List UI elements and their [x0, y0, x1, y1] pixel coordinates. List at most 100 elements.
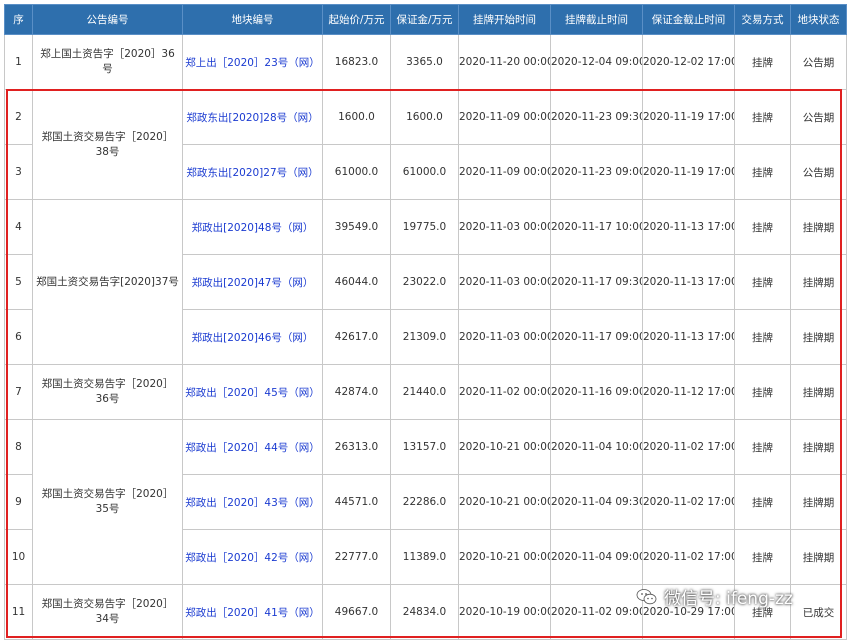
cell-parcel-link[interactable]: 郑政出［2020］44号（网）	[182, 419, 323, 475]
cell-list-end: 2020-11-17 10:00	[550, 199, 643, 255]
cell-parcel-link[interactable]: 郑政出［2020］43号（网）	[182, 474, 323, 530]
cell-deposit-end: 2020-12-02 17:00	[642, 34, 735, 90]
cell-seq: 6	[4, 309, 33, 365]
header-list-start: 挂牌开始时间	[458, 4, 551, 35]
header-deposit: 保证金/万元	[390, 4, 459, 35]
cell-start-price: 42874.0	[322, 364, 391, 420]
cell-list-end: 2020-11-04 09:00	[550, 529, 643, 585]
table-row: 7 郑国土资交易告字［2020］36号 郑政出［2020］45号（网） 4287…	[4, 364, 847, 420]
header-list-end: 挂牌截止时间	[550, 4, 643, 35]
cell-seq: 7	[4, 364, 33, 420]
cell-list-end: 2020-11-17 09:00	[550, 309, 643, 365]
cell-method: 挂牌	[734, 419, 791, 475]
watermark: 微信号: ifeng-zz	[636, 584, 793, 609]
cell-list-end: 2020-12-04 09:00	[550, 34, 643, 90]
cell-deposit: 1600.0	[390, 89, 459, 145]
cell-list-start: 2020-11-03 00:00	[458, 254, 551, 310]
cell-method: 挂牌	[734, 254, 791, 310]
header-parcel: 地块编号	[182, 4, 323, 35]
cell-start-price: 16823.0	[322, 34, 391, 90]
cell-status: 挂牌期	[790, 309, 847, 365]
cell-announce: 郑国土资交易告字［2020］38号	[32, 89, 183, 200]
cell-announce: 郑国土资交易告字［2020］35号	[32, 419, 183, 585]
cell-list-start: 2020-10-19 00:00	[458, 584, 551, 640]
cell-status: 挂牌期	[790, 419, 847, 475]
table-row: 4 郑国土资交易告字[2020]37号 郑政出[2020]48号（网） 3954…	[4, 199, 847, 365]
cell-list-end: 2020-11-17 09:30	[550, 254, 643, 310]
cell-parcel-link[interactable]: 郑政出［2020］41号（网）	[182, 584, 323, 640]
cell-seq: 3	[4, 144, 33, 200]
cell-parcel-link[interactable]: 郑政出[2020]46号（网）	[182, 309, 323, 365]
cell-deposit-end: 2020-11-19 17:00	[642, 89, 735, 145]
table-row: 8 郑国土资交易告字［2020］35号 郑政出［2020］44号（网） 2631…	[4, 419, 847, 585]
cell-method: 挂牌	[734, 474, 791, 530]
cell-deposit: 61000.0	[390, 144, 459, 200]
cell-seq: 8	[4, 419, 33, 475]
cell-list-start: 2020-10-21 00:00	[458, 529, 551, 585]
cell-parcel-link[interactable]: 郑政出[2020]47号（网）	[182, 254, 323, 310]
cell-start-price: 26313.0	[322, 419, 391, 475]
cell-deposit-end: 2020-11-13 17:00	[642, 309, 735, 365]
cell-start-price: 46044.0	[322, 254, 391, 310]
cell-status: 挂牌期	[790, 199, 847, 255]
cell-parcel-link[interactable]: 郑政东出[2020]27号（网）	[182, 144, 323, 200]
cell-deposit-end: 2020-11-13 17:00	[642, 254, 735, 310]
cell-deposit: 11389.0	[390, 529, 459, 585]
cell-deposit-end: 2020-11-12 17:00	[642, 364, 735, 420]
watermark-text: 微信号: ifeng-zz	[664, 589, 793, 609]
cell-method: 挂牌	[734, 34, 791, 90]
cell-method: 挂牌	[734, 144, 791, 200]
cell-status: 已成交	[790, 584, 847, 640]
cell-list-start: 2020-11-02 00:00	[458, 364, 551, 420]
header-method: 交易方式	[734, 4, 791, 35]
cell-parcel-link[interactable]: 郑政出［2020］42号（网）	[182, 529, 323, 585]
cell-list-end: 2020-11-23 09:00	[550, 144, 643, 200]
table-header-row: 序 公告编号 地块编号 起始价/万元 保证金/万元 挂牌开始时间 挂牌截止时间 …	[4, 4, 847, 35]
cell-list-start: 2020-11-09 00:00	[458, 144, 551, 200]
cell-deposit-end: 2020-11-02 17:00	[642, 419, 735, 475]
land-parcel-table: 序 公告编号 地块编号 起始价/万元 保证金/万元 挂牌开始时间 挂牌截止时间 …	[4, 4, 847, 640]
cell-start-price: 49667.0	[322, 584, 391, 640]
cell-parcel-link[interactable]: 郑政出［2020］45号（网）	[182, 364, 323, 420]
cell-list-end: 2020-11-02 09:00	[550, 584, 643, 640]
cell-announce: 郑国土资交易告字［2020］36号	[32, 364, 183, 420]
header-deposit-end: 保证金截止时间	[642, 4, 735, 35]
wechat-icon	[636, 588, 658, 606]
cell-list-start: 2020-11-03 00:00	[458, 309, 551, 365]
cell-status: 挂牌期	[790, 474, 847, 530]
cell-status: 挂牌期	[790, 529, 847, 585]
cell-seq: 4	[4, 199, 33, 255]
cell-announce: 郑国土资交易告字[2020]37号	[32, 199, 183, 365]
cell-deposit: 13157.0	[390, 419, 459, 475]
cell-parcel-link[interactable]: 郑政东出[2020]28号（网）	[182, 89, 323, 145]
cell-method: 挂牌	[734, 89, 791, 145]
header-announce: 公告编号	[32, 4, 183, 35]
cell-status: 挂牌期	[790, 254, 847, 310]
header-seq: 序	[4, 4, 33, 35]
cell-deposit-end: 2020-11-02 17:00	[642, 529, 735, 585]
cell-start-price: 61000.0	[322, 144, 391, 200]
cell-start-price: 39549.0	[322, 199, 391, 255]
cell-parcel-link[interactable]: 郑政出[2020]48号（网）	[182, 199, 323, 255]
cell-list-start: 2020-10-21 00:00	[458, 419, 551, 475]
cell-start-price: 1600.0	[322, 89, 391, 145]
cell-deposit: 21440.0	[390, 364, 459, 420]
cell-deposit: 3365.0	[390, 34, 459, 90]
cell-seq: 10	[4, 529, 33, 585]
cell-status: 公告期	[790, 34, 847, 90]
cell-list-start: 2020-10-21 00:00	[458, 474, 551, 530]
cell-list-end: 2020-11-04 09:30	[550, 474, 643, 530]
cell-parcel-link[interactable]: 郑上出［2020］23号（网）	[182, 34, 323, 90]
cell-seq: 2	[4, 89, 33, 145]
cell-list-end: 2020-11-04 10:00	[550, 419, 643, 475]
cell-deposit: 23022.0	[390, 254, 459, 310]
cell-start-price: 42617.0	[322, 309, 391, 365]
cell-method: 挂牌	[734, 529, 791, 585]
cell-announce: 郑上国土资告字［2020］36号	[32, 34, 183, 90]
cell-start-price: 44571.0	[322, 474, 391, 530]
cell-announce: 郑国土资交易告字［2020］34号	[32, 584, 183, 640]
header-status: 地块状态	[790, 4, 847, 35]
cell-seq: 1	[4, 34, 33, 90]
cell-deposit: 19775.0	[390, 199, 459, 255]
cell-deposit-end: 2020-11-02 17:00	[642, 474, 735, 530]
